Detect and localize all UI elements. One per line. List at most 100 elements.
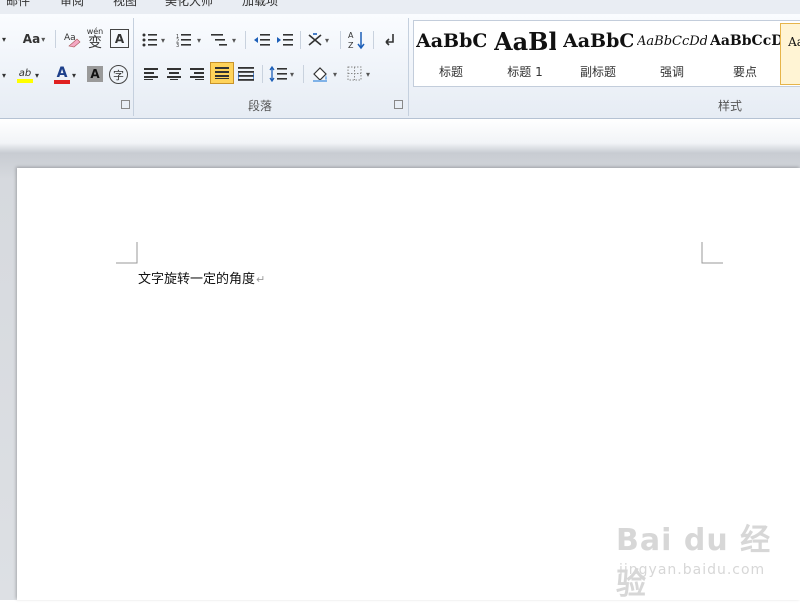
show-formatting-marks-button[interactable] bbox=[380, 30, 400, 50]
style-sample: AaBbC bbox=[563, 30, 633, 52]
style-heading-1[interactable]: AaBl 标题 1 bbox=[489, 23, 561, 83]
style-name: 标题 bbox=[438, 65, 463, 79]
style-subtitle[interactable]: AaBbC 副标题 bbox=[562, 23, 634, 83]
document-paragraph[interactable]: 文字旋转一定的角度↵ bbox=[138, 268, 265, 287]
tab-mailings[interactable]: 邮件 bbox=[6, 0, 30, 9]
style-strong[interactable]: AaBbCcD 要点 bbox=[709, 23, 781, 83]
toolbar-separator bbox=[245, 31, 246, 49]
paragraph-group-label: 段落 bbox=[248, 99, 273, 113]
bullets-button[interactable]: ▾ bbox=[140, 30, 168, 50]
baidu-jingyan-watermark: Bai du 经验 jingyan.baidu.com bbox=[616, 515, 800, 603]
paint-bucket-icon: ▾ bbox=[313, 67, 337, 82]
style-selected[interactable]: Aa bbox=[780, 23, 800, 85]
svg-text:A: A bbox=[348, 31, 354, 40]
group-separator bbox=[408, 18, 409, 116]
document-text: 文字旋转一定的角度 bbox=[138, 272, 256, 287]
multilevel-list-icon: ▾ bbox=[211, 34, 236, 46]
multilevel-list-button[interactable]: ▾ bbox=[210, 30, 240, 50]
increase-indent-icon bbox=[277, 34, 293, 46]
toolbar-separator bbox=[340, 31, 341, 49]
style-name: 强调 bbox=[659, 65, 684, 79]
align-right-button[interactable] bbox=[187, 64, 207, 84]
font-color-letter: A bbox=[56, 65, 68, 81]
shading-button[interactable]: ▾ bbox=[310, 64, 342, 84]
style-emphasis[interactable]: AaBbCcDd 强调 bbox=[636, 23, 708, 83]
group-separator bbox=[133, 18, 134, 116]
distributed-button[interactable] bbox=[236, 64, 256, 84]
decrease-indent-button[interactable] bbox=[251, 30, 273, 50]
svg-text:▾: ▾ bbox=[366, 70, 370, 79]
align-right-icon bbox=[190, 68, 204, 80]
watermark-url: jingyan.baidu.com bbox=[619, 562, 766, 578]
borders-icon: ▾ bbox=[347, 66, 370, 81]
numbering-button[interactable]: 1 2 3 ▾ bbox=[175, 30, 205, 50]
align-left-icon bbox=[144, 68, 158, 80]
character-border-button[interactable]: A bbox=[110, 29, 129, 48]
font-dialog-launcher[interactable] bbox=[121, 100, 130, 109]
character-shading-button[interactable]: A bbox=[87, 66, 103, 82]
phonetic-guide-button[interactable]: wén 变 bbox=[84, 26, 106, 52]
justify-icon bbox=[215, 67, 229, 79]
toolbar-separator bbox=[300, 31, 301, 49]
ribbon-tab-strip: 邮件 审阅 视图 美化大师 加载项 bbox=[0, 0, 800, 14]
chinese-layout-button[interactable]: ▾ bbox=[306, 30, 334, 50]
phonetic-guide-char: 变 bbox=[88, 34, 102, 51]
bullets-icon: ▾ bbox=[142, 33, 165, 47]
tab-beautify[interactable]: 美化大师 bbox=[165, 0, 213, 9]
svg-text:Z: Z bbox=[348, 41, 354, 50]
style-name: 标题 1 bbox=[507, 65, 543, 79]
svg-text:▾: ▾ bbox=[333, 70, 337, 79]
paragraph-dialog-launcher[interactable] bbox=[394, 100, 403, 109]
paragraph-mark-icon bbox=[385, 34, 394, 46]
svg-text:▾: ▾ bbox=[290, 70, 294, 79]
svg-text:3: 3 bbox=[176, 43, 179, 47]
align-center-icon bbox=[167, 68, 181, 80]
font-color-swatch bbox=[53, 80, 70, 84]
style-sample: AaBbC bbox=[416, 30, 486, 52]
align-center-button[interactable] bbox=[164, 64, 184, 84]
justify-button[interactable] bbox=[210, 62, 234, 84]
decrease-indent-icon bbox=[254, 34, 270, 46]
svg-text:▾: ▾ bbox=[232, 36, 236, 45]
tab-view[interactable]: 视图 bbox=[113, 0, 137, 9]
font-size-dropdown-arrow[interactable]: ▾ bbox=[0, 30, 8, 48]
style-name: 副标题 bbox=[579, 65, 616, 79]
clear-format-icon: Aa bbox=[64, 33, 81, 48]
font-color-button[interactable]: A ▾ bbox=[50, 64, 80, 86]
margin-corner-top-right bbox=[701, 242, 723, 264]
toolbar-separator bbox=[373, 31, 374, 49]
change-case-button[interactable]: Aa bbox=[20, 30, 48, 48]
line-spacing-icon: ▾ bbox=[269, 66, 294, 82]
styles-gallery: AaBbC 标题 AaBl 标题 1 AaBbC 副标题 AaBbCcDd 强调… bbox=[413, 20, 800, 87]
sort-button[interactable]: AZ bbox=[346, 28, 368, 52]
style-title[interactable]: AaBbC 标题 bbox=[415, 23, 487, 83]
style-sample: AaBl bbox=[494, 26, 556, 56]
style-sample: Aa bbox=[788, 35, 800, 49]
highlight-swatch bbox=[16, 78, 33, 83]
style-name: 要点 bbox=[732, 65, 757, 79]
enclose-characters-button[interactable]: 字 bbox=[109, 65, 128, 84]
sort-icon: AZ bbox=[348, 31, 365, 50]
increase-indent-button[interactable] bbox=[274, 30, 296, 50]
svg-text:▾: ▾ bbox=[197, 36, 201, 45]
toolbar-separator bbox=[303, 65, 304, 83]
borders-button[interactable]: ▾ bbox=[346, 64, 376, 84]
line-spacing-button[interactable]: ▾ bbox=[268, 64, 298, 84]
paragraph-mark: ↵ bbox=[256, 273, 266, 286]
style-sample: AaBbCcDd bbox=[637, 33, 707, 49]
numbering-icon: 123▾ bbox=[176, 34, 201, 47]
highlight-icon: ab bbox=[16, 67, 33, 83]
tab-addins[interactable]: 加载项 bbox=[242, 0, 278, 9]
tab-review[interactable]: 审阅 bbox=[60, 0, 84, 9]
font-dropdown-arrow[interactable]: ▾ bbox=[0, 66, 8, 84]
distributed-icon bbox=[238, 67, 254, 81]
styles-group-label: 样式 bbox=[718, 99, 743, 113]
toolbar-separator bbox=[262, 65, 263, 83]
clear-format-button[interactable]: Aa bbox=[62, 28, 82, 50]
align-left-button[interactable] bbox=[141, 64, 161, 84]
chinese-layout-icon: ▾ bbox=[308, 33, 329, 46]
highlight-color-button[interactable]: ab ▾ bbox=[13, 64, 43, 86]
svg-text:▾: ▾ bbox=[161, 36, 165, 45]
font-color-icon: A bbox=[53, 65, 70, 84]
highlight-letters: ab bbox=[18, 67, 32, 79]
